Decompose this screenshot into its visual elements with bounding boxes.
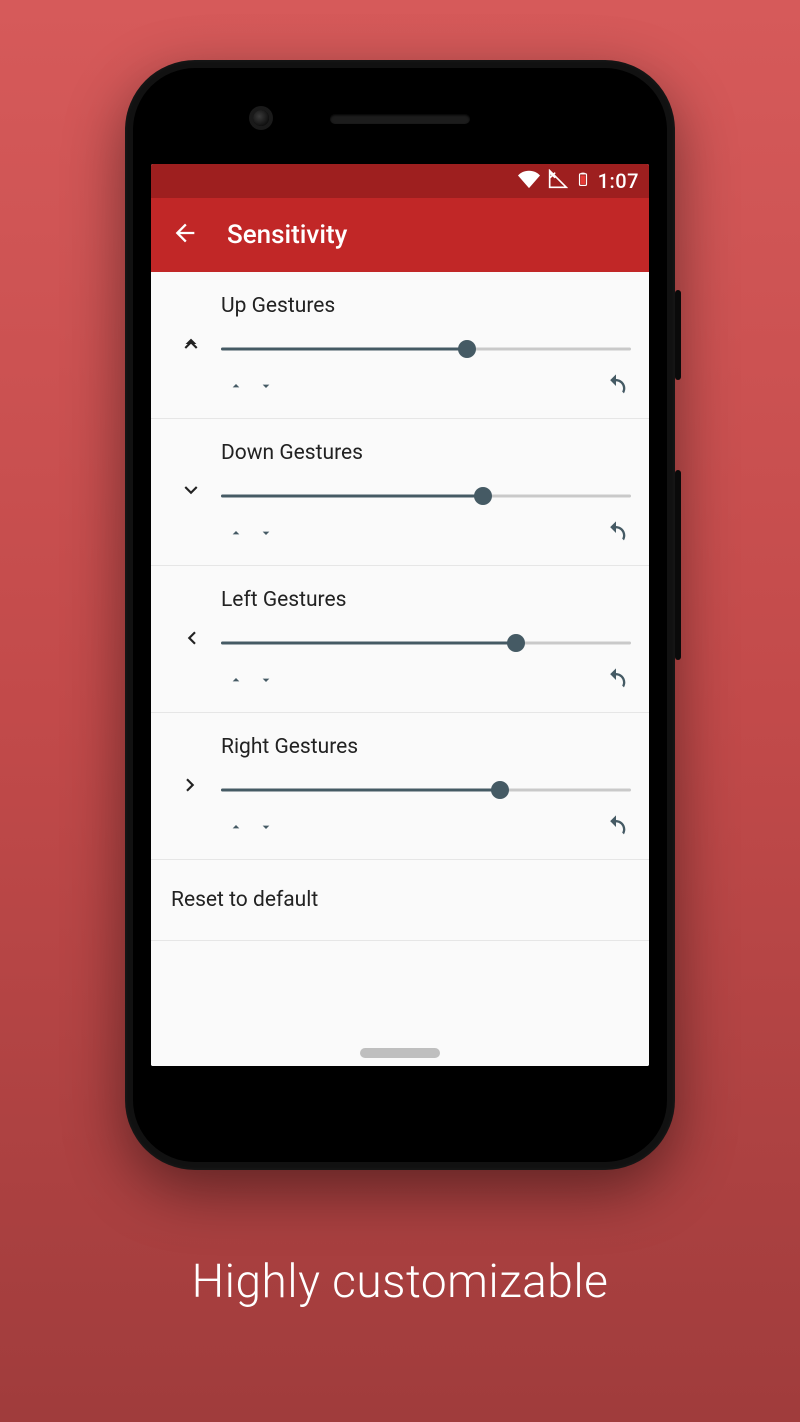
decrement-down-icon[interactable] [251,521,281,545]
chevron-down-icon [178,478,204,508]
decrement-down-icon[interactable] [251,668,281,692]
chevron-left-icon [178,625,204,655]
app-bar: Sensitivity [151,198,649,272]
decrement-down-icon[interactable] [251,374,281,398]
settings-list: Up Gestures [151,272,649,1066]
decrement-down-icon[interactable] [251,815,281,839]
gesture-row-right: Right Gestures [151,713,649,860]
phone-frame: 1:07 Sensitivity Up G [125,60,675,1170]
increment-up-icon[interactable] [221,374,251,398]
screen: 1:07 Sensitivity Up G [151,164,649,1066]
sensitivity-slider-up[interactable] [221,338,631,360]
gesture-row-down: Down Gestures [151,419,649,566]
undo-icon[interactable] [601,668,631,692]
power-button [675,290,681,380]
chevron-up-icon [178,331,204,361]
gesture-row-left: Left Gestures [151,566,649,713]
gesture-row-up: Up Gestures [151,272,649,419]
undo-icon[interactable] [601,374,631,398]
increment-up-icon[interactable] [221,815,251,839]
increment-up-icon[interactable] [221,668,251,692]
page-title: Sensitivity [227,220,347,250]
volume-button [675,470,681,660]
gesture-label: Down Gestures [221,441,631,465]
undo-icon[interactable] [601,815,631,839]
increment-up-icon[interactable] [221,521,251,545]
undo-icon[interactable] [601,521,631,545]
speaker-slot [330,114,470,124]
front-camera [253,110,269,126]
gesture-label: Right Gestures [221,735,631,759]
reset-to-default-button[interactable]: Reset to default [151,860,649,941]
back-icon[interactable] [171,219,199,251]
gesture-label: Left Gestures [221,588,631,612]
sensitivity-slider-right[interactable] [221,779,631,801]
cell-signal-icon [548,169,568,194]
sensitivity-slider-left[interactable] [221,632,631,654]
promo-caption: Highly customizable [0,1255,800,1309]
status-time: 1:07 [598,169,639,193]
phone-inner: 1:07 Sensitivity Up G [133,68,667,1162]
battery-icon [576,168,590,195]
chevron-right-icon [178,772,204,802]
home-indicator[interactable] [360,1048,440,1058]
wifi-icon [518,168,540,195]
gesture-label: Up Gestures [221,294,631,318]
status-bar: 1:07 [151,164,649,198]
sensitivity-slider-down[interactable] [221,485,631,507]
